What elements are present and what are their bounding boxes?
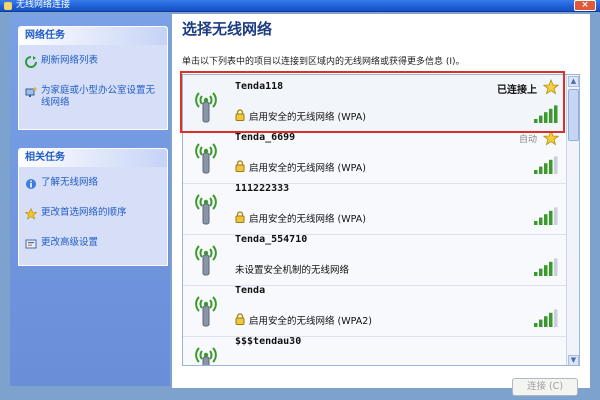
change-preferred-order-label: 更改首选网络的顺序 (41, 207, 127, 218)
window-app-icon (4, 2, 12, 10)
info-icon (26, 179, 36, 189)
task-pane: 网络任务 刷新网络列表 为家庭或小型办公室设置无线网络 相关任务 了解无线网络 … (10, 14, 170, 386)
network-item[interactable]: Tenda 启用安全的无线网络 (WPA2) (183, 279, 567, 337)
network-item[interactable]: Tenda_554710 未设置安全机制的无线网络 (183, 228, 567, 286)
setup-home-network-link[interactable]: 为家庭或小型办公室设置无线网络 (19, 85, 159, 109)
lock-icon (235, 160, 245, 172)
wireless-antenna-icon (195, 143, 217, 174)
signal-strength-icon (534, 258, 558, 276)
network-security-text: 启用安全的无线网络 (WPA) (249, 214, 366, 225)
setup-home-network-label: 为家庭或小型办公室设置无线网络 (41, 85, 156, 108)
network-status: 自动 (518, 135, 537, 145)
network-item[interactable]: Tenda_6699 启用安全的无线网络 (WPA) 自动 (183, 126, 567, 184)
network-tasks-panel: 网络任务 刷新网络列表 为家庭或小型办公室设置无线网络 (18, 26, 168, 130)
connected-network-highlight (180, 71, 565, 133)
wireless-antenna-icon (195, 245, 217, 276)
page-title: 选择无线网络 (182, 20, 273, 38)
network-name: Tenda_554710 (235, 234, 308, 245)
list-scrollbar[interactable]: ▲ ▼ (566, 75, 579, 365)
lock-icon (235, 313, 245, 325)
change-advanced-settings-link[interactable]: 更改高级设置 (19, 237, 167, 249)
learn-wireless-link[interactable]: 了解无线网络 (19, 177, 167, 189)
window-title: 无线网络连接 (16, 0, 71, 10)
wireless-antenna-icon (195, 194, 217, 225)
scroll-thumb[interactable] (568, 89, 579, 141)
home-network-icon (25, 87, 37, 97)
settings-icon (25, 239, 37, 249)
signal-strength-icon (534, 207, 558, 225)
network-item[interactable]: 111222333 启用安全的无线网络 (WPA) (183, 177, 567, 235)
network-name: Tenda_6699 (235, 132, 296, 143)
network-security-text: 未设置安全机制的无线网络 (235, 265, 350, 276)
scroll-up-icon[interactable]: ▲ (568, 76, 579, 87)
network-security-text: 启用安全的无线网络 (WPA) (249, 163, 366, 174)
network-security-text: 启用安全的无线网络 (WPA2) (249, 316, 372, 327)
star-icon (25, 208, 37, 220)
change-advanced-settings-label: 更改高级设置 (41, 237, 99, 248)
instruction-text: 单击以下列表中的项目以连接到区域内的无线网络或获得更多信息 (I)。 (182, 57, 465, 67)
network-name: $$$tendau30 (235, 336, 302, 347)
wireless-antenna-icon (195, 347, 217, 365)
refresh-network-list-link[interactable]: 刷新网络列表 (19, 55, 167, 68)
wireless-antenna-icon (195, 296, 217, 327)
close-icon[interactable]: × (574, 0, 596, 11)
signal-strength-icon (534, 309, 558, 327)
related-tasks-header[interactable]: 相关任务 (19, 149, 167, 167)
scroll-down-icon[interactable]: ▼ (568, 355, 579, 365)
lock-icon (235, 211, 245, 223)
connect-button[interactable]: 连接 (C) (512, 378, 578, 396)
refresh-icon (25, 56, 37, 68)
related-tasks-panel: 相关任务 了解无线网络 更改首选网络的顺序 更改高级设置 (18, 148, 168, 266)
change-preferred-order-link[interactable]: 更改首选网络的顺序 (19, 207, 167, 220)
signal-strength-icon (534, 156, 558, 174)
network-name: 111222333 (235, 183, 290, 194)
refresh-network-list-label: 刷新网络列表 (41, 55, 99, 66)
network-name: Tenda (235, 285, 266, 296)
learn-wireless-label: 了解无线网络 (41, 177, 99, 188)
network-tasks-header[interactable]: 网络任务 (19, 27, 167, 45)
window-titlebar: 无线网络连接 × (0, 0, 600, 12)
